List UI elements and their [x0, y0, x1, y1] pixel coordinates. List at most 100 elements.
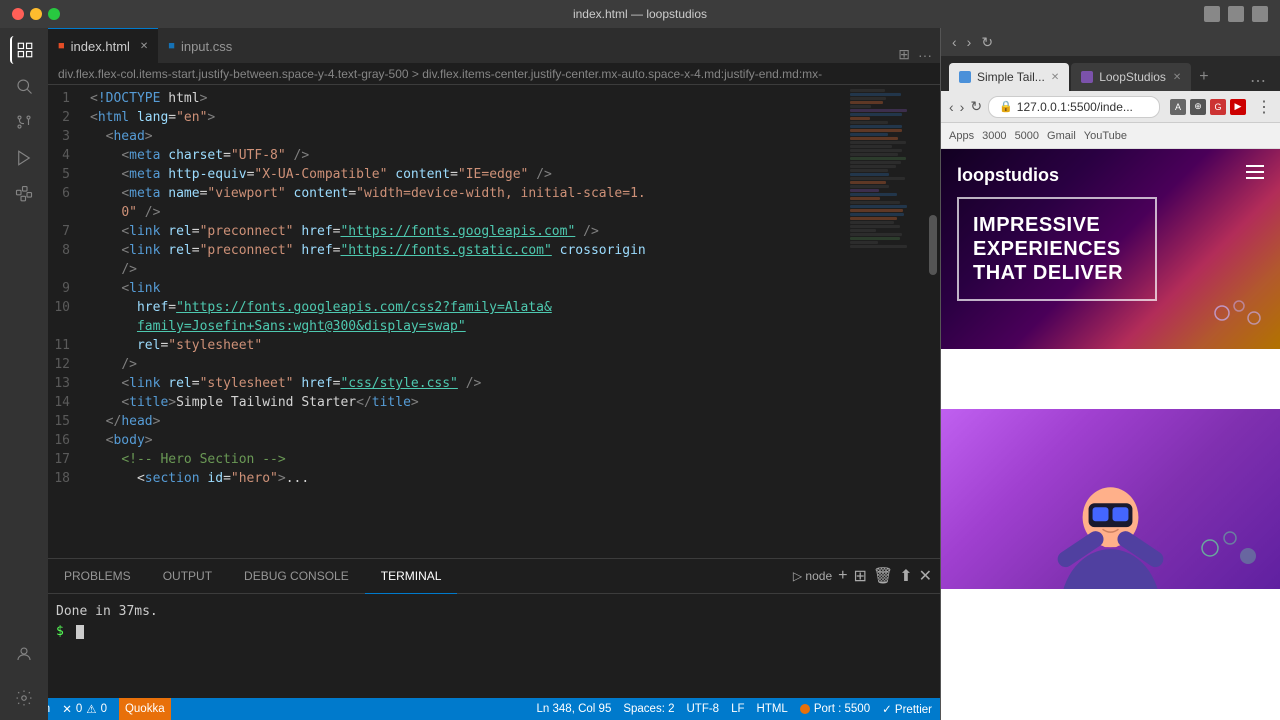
split-editor-icon[interactable]: ⊞ [898, 46, 910, 63]
panel-actions: ▷ node + ⊞ 🗑 ⬆ ✕ [793, 566, 940, 586]
search-icon[interactable] [10, 72, 38, 100]
encoding-text: UTF-8 [687, 703, 720, 715]
minimap-line [850, 129, 902, 132]
eol-indicator[interactable]: LF [731, 703, 744, 715]
line-number: 17 [48, 450, 90, 469]
minimize-button[interactable] [30, 8, 42, 20]
close-button[interactable] [12, 8, 24, 20]
scrollbar-thumb[interactable] [929, 215, 937, 275]
errors-count[interactable]: ✕ 0 ⚠ 0 [62, 702, 107, 716]
bookmark-gmail[interactable]: Gmail [1047, 130, 1076, 142]
editor-tabs: ■ index.html ✕ ■ input.css ⊞ ··· [0, 28, 940, 63]
browser-tab-close-1[interactable]: ✕ [1051, 72, 1059, 83]
bookmark-apps[interactable]: Apps [949, 130, 974, 142]
minimap-lines [846, 85, 926, 253]
language-indicator[interactable]: HTML [757, 703, 788, 715]
address-forward-icon[interactable]: › [960, 99, 965, 115]
panel-tab-problems[interactable]: PROBLEMS [48, 559, 147, 594]
line-col[interactable]: Ln 348, Col 95 [537, 703, 612, 715]
tab-favicon-2 [1081, 71, 1093, 83]
account-icon[interactable] [10, 640, 38, 668]
browser-back-btn[interactable]: ‹ [949, 34, 960, 50]
browser-refresh-btn[interactable]: ↻ [978, 34, 996, 51]
browser-tab-simple-tail[interactable]: Simple Tail... ✕ [949, 63, 1069, 91]
titlebar-icon-3 [1252, 6, 1268, 22]
maximize-button[interactable] [48, 8, 60, 20]
browser-window-controls: ⋯ [1244, 71, 1272, 91]
prettier-text: ✓ Prettier [882, 702, 932, 716]
titlebar: index.html — loopstudios [0, 0, 1280, 28]
quokka-status[interactable]: Quokka [119, 698, 171, 720]
ext-icon-1[interactable]: A [1170, 99, 1186, 115]
port-dot [800, 704, 810, 714]
minimap-line [850, 165, 896, 168]
panel-tab-terminal[interactable]: TERMINAL [365, 559, 458, 594]
minimap-line [850, 205, 907, 208]
eol-text: LF [731, 703, 744, 715]
line-number: 6 [48, 184, 90, 203]
code-text: <link rel="stylesheet" href="css/style.c… [90, 374, 481, 393]
close-panel-icon[interactable]: ✕ [919, 566, 932, 586]
maximize-panel-icon[interactable]: ⬆ [899, 566, 912, 586]
tab-input-css[interactable]: ■ input.css [158, 28, 242, 63]
panel-tab-debug[interactable]: DEBUG CONSOLE [228, 559, 365, 594]
bookmark-youtube[interactable]: YouTube [1084, 130, 1127, 142]
panel-tab-output[interactable]: OUTPUT [147, 559, 228, 594]
code-text: <link rel="preconnect" href="https://fon… [90, 241, 646, 260]
code-text: <title>Simple Tailwind Starter</title> [90, 393, 419, 412]
preview-headline-box: IMPRESSIVE EXPERIENCES THAT DELIVER [957, 197, 1157, 301]
code-text: <meta http-equiv="X-UA-Compatible" conte… [90, 165, 552, 184]
editor-container: 1<!DOCTYPE html>2<html lang="en">3 <head… [0, 85, 940, 558]
code-line: 3 <head> [48, 127, 846, 146]
code-line: 14 <title>Simple Tailwind Starter</title… [48, 393, 846, 412]
source-control-icon[interactable] [10, 108, 38, 136]
problems-label: PROBLEMS [64, 569, 131, 583]
scrollbar-track[interactable] [926, 85, 940, 558]
browser-forward-btn[interactable]: › [964, 34, 975, 50]
code-text: </head> [90, 412, 160, 431]
address-back-icon[interactable]: ‹ [949, 99, 954, 115]
minimap-line [850, 217, 897, 220]
add-terminal-icon[interactable]: + [838, 567, 847, 585]
debug-icon[interactable] [10, 144, 38, 172]
minimap-line [850, 241, 878, 244]
explorer-icon[interactable] [10, 36, 38, 64]
ext-icon-2[interactable]: ⊕ [1190, 99, 1206, 115]
more-actions-icon[interactable]: ··· [918, 47, 932, 63]
bookmark-3000[interactable]: 3000 [982, 130, 1006, 142]
code-editor[interactable]: 1<!DOCTYPE html>2<html lang="en">3 <head… [48, 85, 940, 558]
code-line: 12 /> [48, 355, 846, 374]
settings-icon[interactable] [10, 684, 38, 712]
extensions-icon[interactable] [10, 180, 38, 208]
minimap-line [850, 153, 898, 156]
ext-icon-gmail[interactable]: G [1210, 99, 1226, 115]
browser-more-icon[interactable]: ⋯ [1244, 71, 1272, 91]
tab-close-index[interactable]: ✕ [140, 41, 148, 52]
bookmark-5000[interactable]: 5000 [1015, 130, 1039, 142]
minimap-line [850, 213, 904, 216]
line-number: 8 [48, 241, 90, 260]
breadcrumb-text: div.flex.flex-col.items-start.justify-be… [58, 67, 822, 81]
ext-icon-youtube[interactable]: ▶ [1230, 99, 1246, 115]
window-controls[interactable] [12, 8, 60, 20]
prettier-indicator[interactable]: ✓ Prettier [882, 702, 932, 716]
code-line: family=Josefin+Sans:wght@300&display=swa… [48, 317, 846, 336]
tab-index-html[interactable]: ■ index.html ✕ [48, 28, 158, 63]
split-terminal-icon[interactable]: ⊞ [853, 566, 866, 586]
port-indicator[interactable]: Port : 5500 [800, 703, 870, 715]
warning-icon: ⚠ [86, 702, 96, 716]
preview-bottom-image [941, 409, 1280, 589]
browser-menu-icon[interactable]: ⋮ [1256, 97, 1272, 117]
line-number: 10 [48, 298, 90, 317]
browser-tab-close-2[interactable]: ✕ [1173, 72, 1181, 83]
error-count: 0 [76, 703, 82, 715]
encoding-indicator[interactable]: UTF-8 [687, 703, 720, 715]
browser-tab-loopstudios[interactable]: LoopStudios ✕ [1071, 63, 1191, 91]
spaces-indicator[interactable]: Spaces: 2 [623, 703, 674, 715]
address-refresh-icon[interactable]: ↻ [970, 98, 982, 115]
new-tab-button[interactable]: + [1193, 63, 1214, 91]
kill-terminal-icon[interactable]: 🗑 [873, 566, 893, 586]
terminal-content[interactable]: Done in 37ms. $ [0, 594, 940, 698]
address-input[interactable]: 🔒 127.0.0.1:5500/inde... [988, 96, 1160, 118]
minimap-line [850, 105, 871, 108]
